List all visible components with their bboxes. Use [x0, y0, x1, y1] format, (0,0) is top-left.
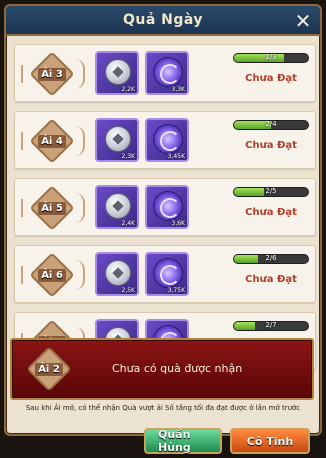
- stage-label: Ải 5: [38, 201, 66, 215]
- purple-orb-icon: [153, 57, 183, 87]
- stage-badge: Ải 5: [29, 185, 75, 231]
- row-ornament-right: [75, 59, 85, 89]
- silver-coin-icon: [105, 260, 131, 286]
- progress-bar: 2/4: [233, 120, 309, 130]
- progress-text: 2/7: [265, 321, 277, 329]
- progress-text: 2/5: [265, 187, 277, 195]
- stage-label: Ải 6: [38, 268, 66, 282]
- row-ornament-left: [21, 65, 31, 83]
- progress-bar: 2/3: [233, 53, 309, 63]
- current-stage-panel: Ải 2 Chưa có quà được nhận: [10, 338, 314, 400]
- row-ornament-right: [75, 126, 85, 156]
- reward-item-orb[interactable]: 3,75K: [145, 252, 189, 296]
- row-ornament-left: [21, 266, 31, 284]
- item-quantity: 2,2K: [121, 86, 135, 93]
- reward-item-coin[interactable]: 2,4K: [95, 185, 139, 229]
- reward-item-coin[interactable]: 2,3K: [95, 118, 139, 162]
- status-text: Chưa Đạt: [245, 274, 297, 285]
- silver-coin-icon: [105, 126, 131, 152]
- stage-badge: Ải 3: [29, 51, 75, 97]
- purple-orb-icon: [153, 258, 183, 288]
- stage-badge: Ải 6: [29, 252, 75, 298]
- row-ornament-right: [75, 260, 85, 290]
- reward-row: Ải 6 2,5K 3,75K 2/6 Chưa Đạt: [14, 245, 316, 303]
- close-icon[interactable]: ✕: [292, 10, 314, 32]
- reward-item-orb[interactable]: 3,6K: [145, 185, 189, 229]
- row-ornament-right: [75, 193, 85, 223]
- reward-row: Ải 3 2,2K 3,3K 2/3 Chưa Đạt: [14, 44, 316, 102]
- row-ornament-left: [21, 199, 31, 217]
- stage-label: Ải 4: [38, 134, 66, 148]
- progress-bar: 2/6: [233, 254, 309, 264]
- reward-item-coin[interactable]: 2,2K: [95, 51, 139, 95]
- stage-badge: Ải 2: [26, 346, 72, 392]
- item-quantity: 2,3K: [121, 153, 135, 160]
- purple-orb-icon: [153, 124, 183, 154]
- silver-coin-icon: [105, 59, 131, 85]
- progress-bar: 2/7: [233, 321, 309, 331]
- silver-coin-icon: [105, 193, 131, 219]
- reward-row: Ải 4 2,3K 3,45K 2/4 Chưa Đạt: [14, 111, 316, 169]
- title-bar: Quả Ngày ✕: [6, 6, 320, 36]
- status-text: Chưa Đạt: [245, 73, 297, 84]
- item-quantity: 3,6K: [171, 220, 185, 227]
- reward-row: Ải 5 2,4K 3,6K 2/5 Chưa Đạt: [14, 178, 316, 236]
- item-quantity: 2,5K: [121, 287, 135, 294]
- rare-button[interactable]: Cô Tinh: [230, 428, 310, 454]
- status-text: Chưa Đạt: [245, 140, 297, 151]
- info-note: Sau khi Ải mở, có thể nhận Quà vượt ải S…: [25, 404, 301, 412]
- reward-item-orb[interactable]: 3,45K: [145, 118, 189, 162]
- item-quantity: 3,45K: [167, 153, 185, 160]
- progress-text: 2/6: [265, 254, 277, 262]
- reward-message: Chưa có quà được nhận: [112, 362, 243, 375]
- progress-text: 2/3: [265, 53, 277, 61]
- progress-text: 2/4: [265, 120, 277, 128]
- item-quantity: 3,75K: [167, 287, 185, 294]
- purple-orb-icon: [153, 191, 183, 221]
- reward-item-coin[interactable]: 2,5K: [95, 252, 139, 296]
- reward-item-orb[interactable]: 3,3K: [145, 51, 189, 95]
- status-text: Chưa Đạt: [245, 207, 297, 218]
- progress-bar: 2/5: [233, 187, 309, 197]
- item-quantity: 2,4K: [121, 220, 135, 227]
- reward-list: Ải 3 2,2K 3,3K 2/3 Chưa Đạt Ải 4 2,3K 3,: [14, 44, 316, 379]
- stage-label: Ải 3: [38, 67, 66, 81]
- row-ornament-left: [21, 132, 31, 150]
- stage-badge: Ải 4: [29, 118, 75, 164]
- heroes-button[interactable]: Quần Hùng: [144, 428, 222, 454]
- window-title: Quả Ngày: [122, 12, 204, 28]
- stage-label: Ải 2: [35, 362, 63, 376]
- item-quantity: 3,3K: [171, 86, 185, 93]
- footer-buttons: Quần Hùng Cô Tinh: [0, 426, 326, 458]
